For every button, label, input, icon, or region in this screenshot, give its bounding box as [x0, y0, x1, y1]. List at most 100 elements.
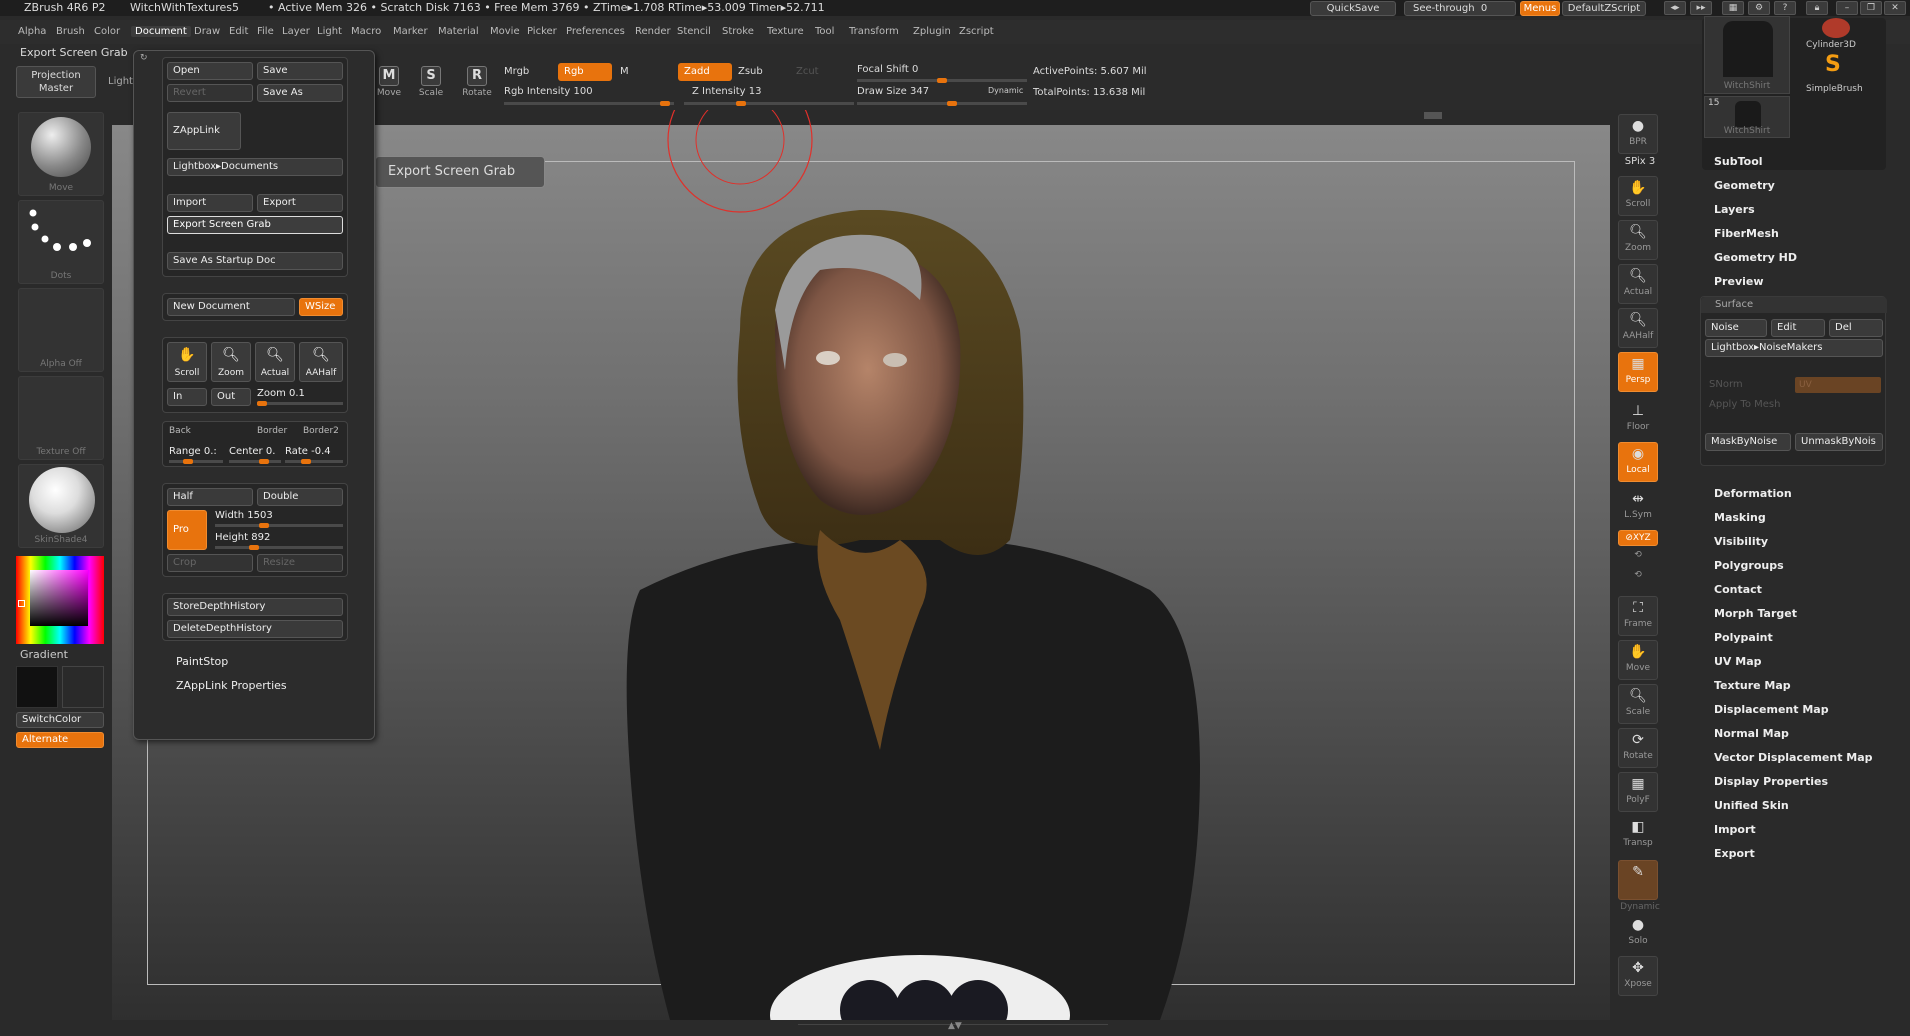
menus-button[interactable]: Menus: [1520, 1, 1560, 16]
menu-macro[interactable]: Macro: [351, 26, 381, 37]
cylinder3d-icon[interactable]: [1822, 18, 1850, 38]
menu-color[interactable]: Color: [94, 26, 120, 37]
subpalette-displacement-map[interactable]: Displacement Map: [1714, 703, 1829, 716]
subpalette-visibility[interactable]: Visibility: [1714, 535, 1768, 548]
mrgb-button[interactable]: Mrgb: [504, 66, 529, 77]
layout-icon[interactable]: ◂▸: [1664, 1, 1686, 15]
texture-thumbnail[interactable]: Texture Off: [18, 376, 104, 460]
switchcolor-button[interactable]: SwitchColor: [16, 712, 104, 728]
toolbar-scroll-handle[interactable]: [1424, 112, 1442, 119]
see-through-slider[interactable]: See-through 0: [1404, 1, 1516, 16]
mask-by-noise-button[interactable]: MaskByNoise: [1705, 433, 1791, 451]
draw-size-knob[interactable]: [947, 101, 957, 106]
menu-brush[interactable]: Brush: [56, 26, 85, 37]
scroll-button[interactable]: ✋ Scroll: [167, 342, 207, 382]
height-knob[interactable]: [249, 545, 259, 550]
menu-preferences[interactable]: Preferences: [566, 26, 625, 37]
subpalette-texture-map[interactable]: Texture Map: [1714, 679, 1791, 692]
spix-slider[interactable]: SPix 3: [1612, 156, 1668, 167]
menu-picker[interactable]: Picker: [527, 26, 557, 37]
subpalette-display-properties[interactable]: Display Properties: [1714, 775, 1828, 788]
local-button[interactable]: ◉ Local: [1618, 442, 1658, 482]
rgb-button[interactable]: Rgb: [558, 63, 612, 81]
snorm-slider[interactable]: SNorm: [1709, 379, 1743, 390]
solo-button[interactable]: ● Solo: [1618, 914, 1658, 950]
rotate-z-icon[interactable]: ⟲: [1618, 570, 1658, 588]
export-screen-grab-button[interactable]: Export Screen Grab: [167, 216, 343, 234]
gradient-label[interactable]: Gradient: [20, 648, 68, 661]
resize-button[interactable]: Resize: [257, 554, 343, 572]
height-slider[interactable]: Height 892: [215, 532, 270, 543]
bpr-button[interactable]: ● BPR: [1618, 114, 1658, 154]
zoom-out-button[interactable]: Out: [211, 388, 251, 406]
scale-tool[interactable]: S Scale: [415, 66, 447, 106]
color-marker[interactable]: [18, 600, 25, 607]
projection-master-button[interactable]: Projection Master: [16, 66, 96, 98]
half-button[interactable]: Half: [167, 488, 253, 506]
height-track[interactable]: [215, 545, 343, 550]
export-button[interactable]: Export: [257, 194, 343, 212]
subpalette-polypaint[interactable]: Polypaint: [1714, 631, 1773, 644]
store-depth-history-button[interactable]: StoreDepthHistory: [167, 598, 343, 616]
subpalette-vector-displacement-map[interactable]: Vector Displacement Map: [1714, 751, 1873, 764]
menu-zplugin[interactable]: Zplugin: [913, 26, 951, 37]
alpha-thumbnail[interactable]: Alpha Off: [18, 288, 104, 372]
subpalette-deformation[interactable]: Deformation: [1714, 487, 1792, 500]
transp-button[interactable]: ◧ Transp: [1618, 816, 1658, 856]
range-slider[interactable]: Range 0.:: [169, 446, 217, 457]
menu-edit[interactable]: Edit: [229, 26, 248, 37]
frame-button[interactable]: ⛶ Frame: [1618, 596, 1658, 636]
zoom-button[interactable]: 🔍︎ Zoom: [211, 342, 251, 382]
menu-stencil[interactable]: Stencil: [677, 26, 711, 37]
menu-stroke[interactable]: Stroke: [722, 26, 754, 37]
lightbox-noisemakers-button[interactable]: Lightbox▸NoiseMakers: [1705, 339, 1883, 357]
subpalette-unified-skin[interactable]: Unified Skin: [1714, 799, 1789, 812]
subpalette-uv-map[interactable]: UV Map: [1714, 655, 1762, 668]
zoom-view-button[interactable]: 🔍︎ Zoom: [1618, 220, 1658, 260]
layout2-icon[interactable]: ▸▸: [1690, 1, 1712, 15]
new-document-button[interactable]: New Document: [167, 298, 295, 316]
tool-thumbnail-witchshirt-2[interactable]: 15 WitchShirt: [1704, 96, 1790, 138]
subpalette-fibermesh[interactable]: FiberMesh: [1714, 227, 1779, 240]
open-button[interactable]: Open: [167, 62, 253, 80]
bottom-tray-handle[interactable]: ▲▼: [798, 1021, 1108, 1032]
subpalette-contact[interactable]: Contact: [1714, 583, 1762, 596]
surface-header[interactable]: Surface: [1701, 297, 1887, 313]
zcut-button[interactable]: Zcut: [796, 66, 819, 77]
brush-thumbnail[interactable]: Move: [18, 112, 104, 196]
menu-document[interactable]: Document: [131, 26, 191, 37]
menu-material[interactable]: Material: [438, 26, 479, 37]
center-track[interactable]: [229, 459, 281, 464]
rate-track[interactable]: [285, 459, 343, 464]
polyf-button[interactable]: ▦ PolyF: [1618, 772, 1658, 812]
zsub-button[interactable]: Zsub: [738, 66, 763, 77]
subpalette-morph-target[interactable]: Morph Target: [1714, 607, 1797, 620]
noise-del-button[interactable]: Del: [1829, 319, 1883, 337]
menu-tool[interactable]: Tool: [815, 26, 834, 37]
menu-render[interactable]: Render: [635, 26, 671, 37]
aahalf-button[interactable]: 🔍︎ AAHalf: [299, 342, 343, 382]
zapplink-properties-item[interactable]: ZAppLink Properties: [176, 679, 287, 692]
xyz-button[interactable]: ⊘XYZ: [1618, 530, 1658, 546]
rate-knob[interactable]: [301, 459, 311, 464]
menu-draw[interactable]: Draw: [194, 26, 220, 37]
alternate-button[interactable]: Alternate: [16, 732, 104, 748]
rate-slider[interactable]: Rate -0.4: [285, 446, 331, 457]
simplebrush-icon[interactable]: S: [1825, 52, 1841, 77]
noise-button[interactable]: Noise: [1705, 319, 1767, 337]
center-knob[interactable]: [259, 459, 269, 464]
minimize-icon[interactable]: –: [1836, 1, 1858, 15]
actual-view-button[interactable]: 🔍︎ Actual: [1618, 264, 1658, 304]
zadd-button[interactable]: Zadd: [678, 63, 732, 81]
width-knob[interactable]: [259, 523, 269, 528]
move-view-button[interactable]: ✋ Move: [1618, 640, 1658, 680]
ghost-button[interactable]: ✎: [1618, 860, 1658, 900]
menu-layer[interactable]: Layer: [282, 26, 310, 37]
uv-button[interactable]: UV: [1795, 377, 1881, 393]
restore-icon[interactable]: ❐: [1860, 1, 1882, 15]
scroll-view-button[interactable]: ✋ Scroll: [1618, 176, 1658, 216]
menu-alpha[interactable]: Alpha: [18, 26, 46, 37]
menu-zscript[interactable]: Zscript: [959, 26, 994, 37]
zoom-slider-knob[interactable]: [257, 401, 267, 406]
focal-shift-track[interactable]: [857, 78, 1027, 83]
